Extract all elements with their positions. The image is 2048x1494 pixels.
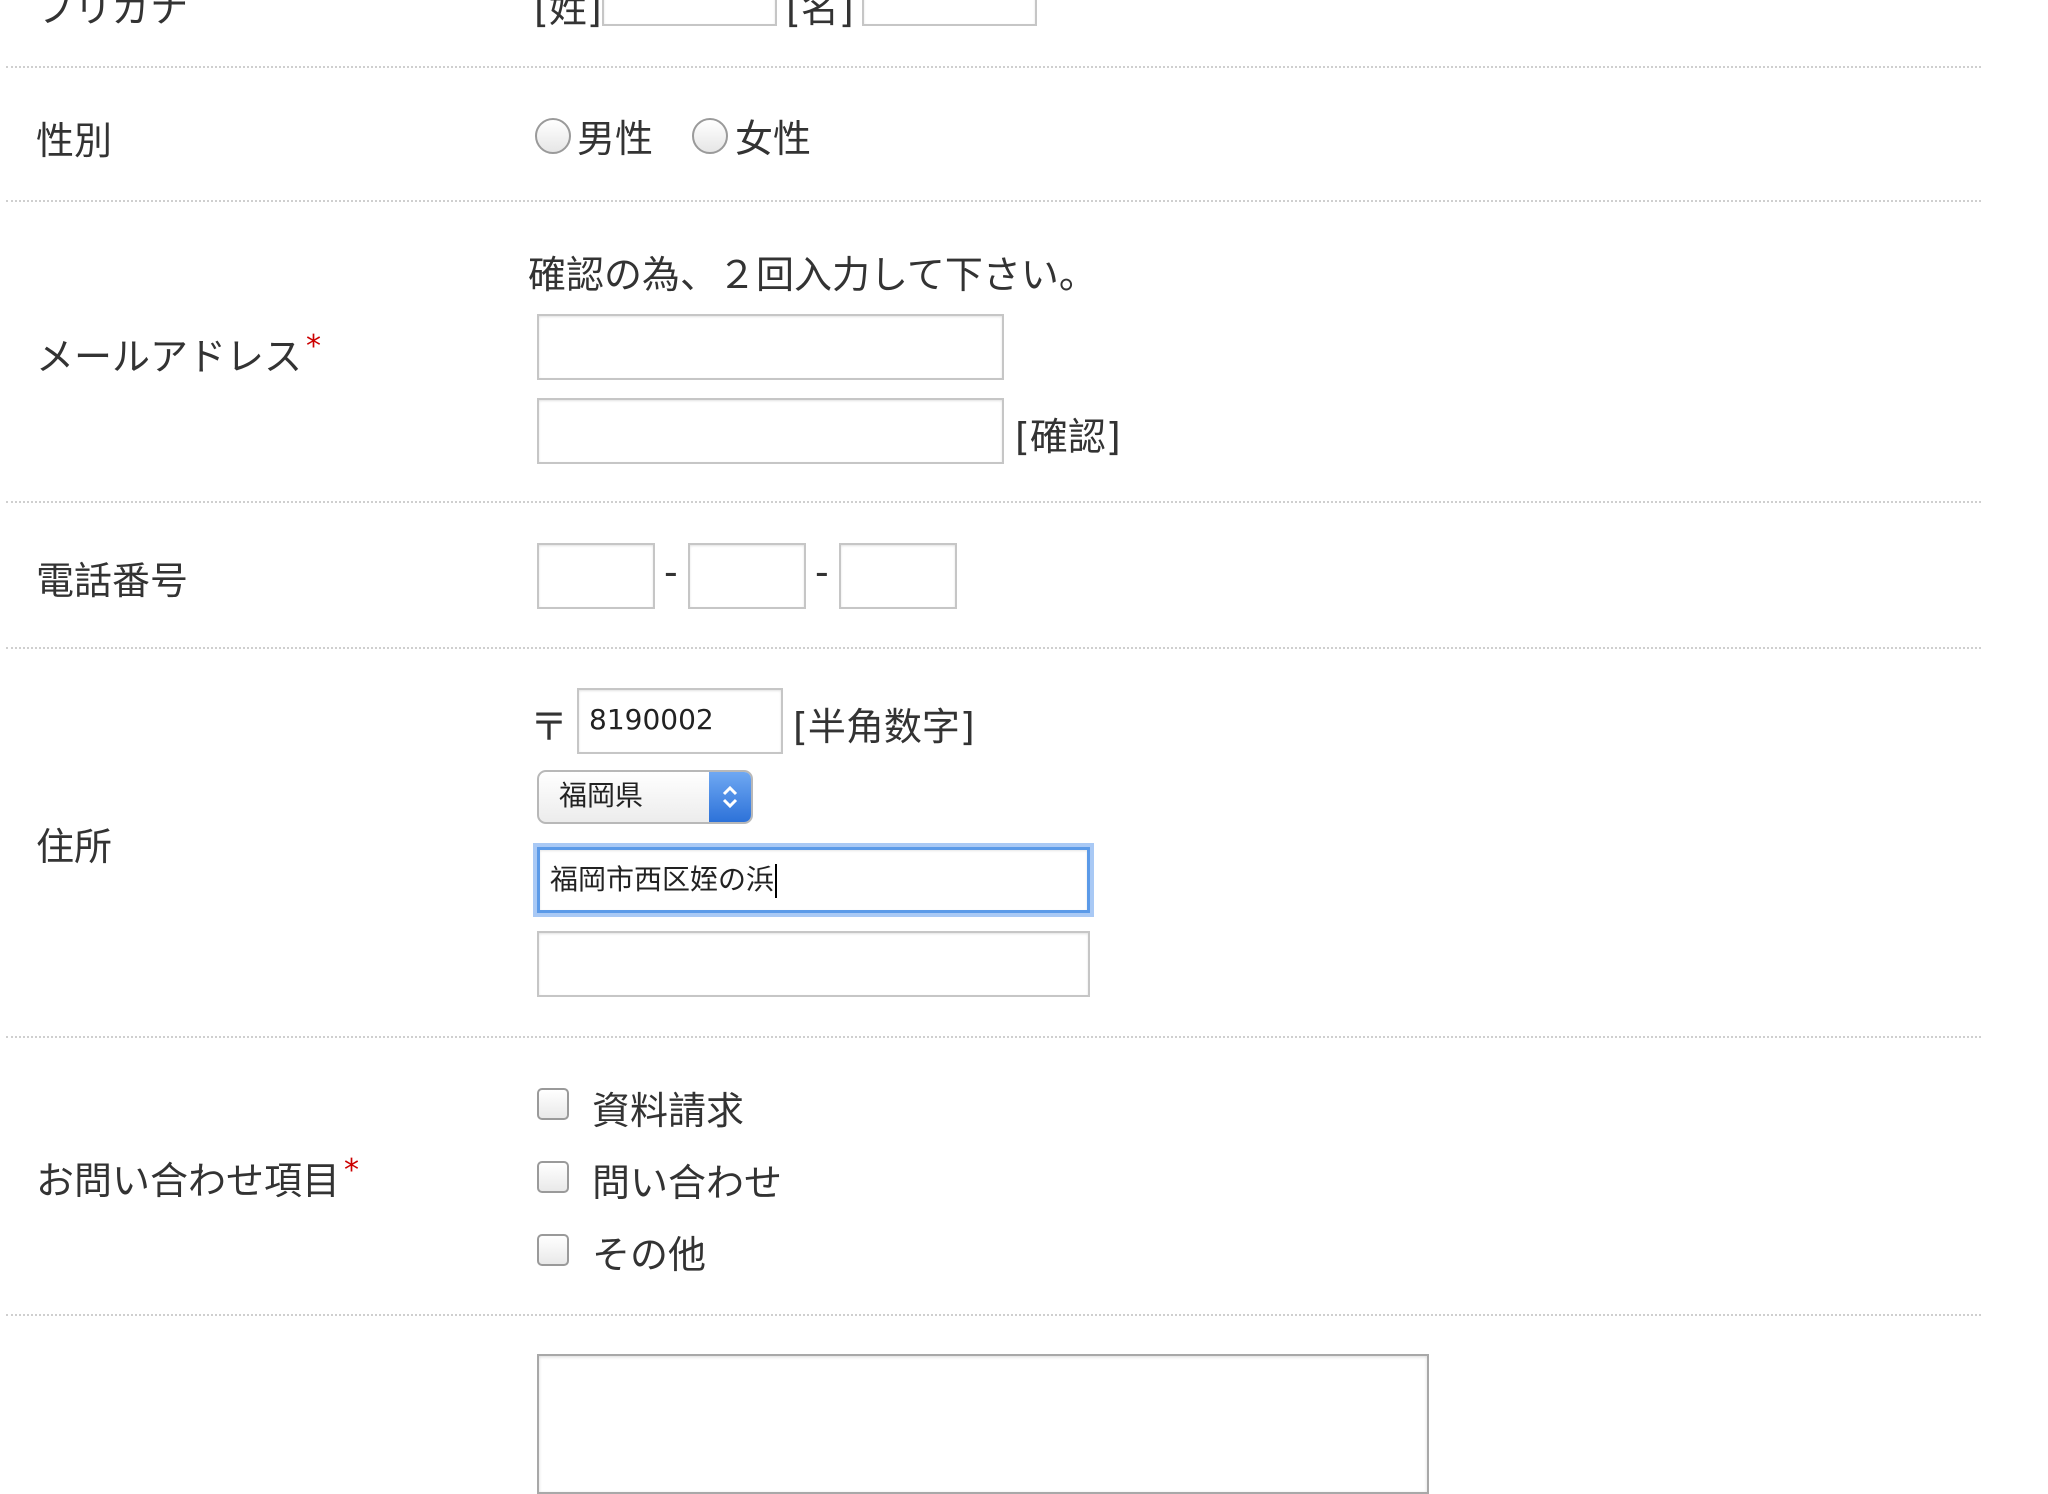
- address-line1-input[interactable]: 福岡市西区姪の浜: [537, 847, 1090, 913]
- inquiry-label-text: お問い合わせ項目: [36, 1159, 341, 1203]
- inquiry-option-brochure-checkbox[interactable]: [537, 1088, 569, 1120]
- address-line2-input[interactable]: [537, 931, 1090, 997]
- gender-male-label[interactable]: 男性: [577, 108, 653, 163]
- select-arrows-icon: [709, 772, 751, 822]
- prefecture-select[interactable]: 福岡県: [537, 770, 753, 824]
- phone-part2-input[interactable]: [688, 543, 806, 609]
- phone-part1-input[interactable]: [537, 543, 655, 609]
- postal-code-input[interactable]: 8190002: [577, 688, 783, 754]
- gender-male-radio[interactable]: [535, 118, 571, 154]
- email-label-text: メールアドレス: [36, 335, 303, 379]
- email-note: 確認の為、２回入力して下さい。: [528, 253, 1097, 297]
- email-label: メールアドレス *: [36, 326, 321, 381]
- postal-mark: 〒: [530, 705, 569, 749]
- required-mark: *: [306, 329, 322, 365]
- inquiry-option-other-checkbox[interactable]: [537, 1234, 569, 1266]
- postal-hint: [半角数字]: [793, 705, 975, 749]
- furigana-sei-label: [姓]: [534, 0, 602, 31]
- inquiry-option-brochure-label[interactable]: 資料請求: [592, 1080, 744, 1135]
- contact-form: フリガナ [姓] [名] 性別 男性 女性 確認の為、２回入力して下さい。 メー…: [0, 0, 2048, 1494]
- phone-separator: -: [664, 550, 678, 594]
- inquiry-option-question-label[interactable]: 問い合わせ: [592, 1152, 782, 1207]
- prefecture-selected: 福岡県: [559, 779, 644, 812]
- address-label: 住所: [36, 825, 113, 869]
- row-divider: [6, 501, 1981, 503]
- furigana-label: フリガナ: [36, 0, 189, 31]
- email-input[interactable]: [537, 314, 1004, 380]
- inquiry-option-other-label[interactable]: その他: [592, 1224, 706, 1279]
- row-divider: [6, 66, 1981, 68]
- email-confirm-label: [確認]: [1015, 415, 1121, 459]
- row-divider: [6, 1036, 1981, 1038]
- gender-label: 性別: [36, 119, 113, 163]
- message-textarea[interactable]: [537, 1354, 1429, 1494]
- gender-female-radio[interactable]: [692, 118, 728, 154]
- phone-part3-input[interactable]: [839, 543, 957, 609]
- required-mark: *: [344, 1153, 360, 1189]
- row-divider: [6, 647, 1981, 649]
- address-line1-value: 福岡市西区姪の浜: [550, 863, 775, 896]
- row-divider: [6, 200, 1981, 202]
- gender-female-label[interactable]: 女性: [735, 108, 811, 163]
- furigana-sei-input[interactable]: [602, 0, 777, 26]
- phone-separator: -: [815, 550, 829, 594]
- email-confirm-input[interactable]: [537, 398, 1004, 464]
- inquiry-option-question-checkbox[interactable]: [537, 1161, 569, 1193]
- furigana-mei-input[interactable]: [862, 0, 1037, 26]
- text-caret: [775, 864, 778, 898]
- furigana-mei-label: [名]: [786, 0, 854, 31]
- row-divider: [6, 1314, 1981, 1316]
- inquiry-label: お問い合わせ項目 *: [36, 1150, 359, 1205]
- phone-label: 電話番号: [36, 559, 189, 603]
